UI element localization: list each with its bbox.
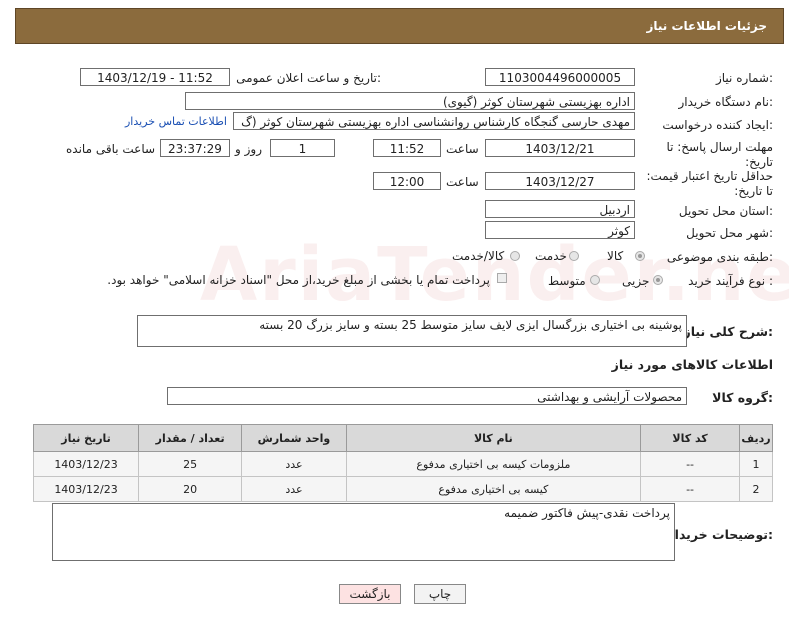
cell-quantity: 25 xyxy=(138,451,243,477)
validity-time-label: ساعت xyxy=(446,175,479,189)
table-row: 1 -- ملزومات کیسه بی اختیاری مدفوع عدد 2… xyxy=(32,451,773,477)
cell-unit: عدد xyxy=(241,476,347,502)
cell-row: 2 xyxy=(739,476,773,502)
announce-date-field: 1403/12/19 - 11:52 xyxy=(80,68,230,86)
cell-date: 1403/12/23 xyxy=(32,476,140,502)
items-table: ردیف کد کالا نام کالا واحد شمارش تعداد /… xyxy=(32,424,773,502)
buyer-notes-field: پرداخت نقدی-پیش فاکتور ضمیمه xyxy=(52,503,675,561)
category-label: طبقه بندی موضوعی: xyxy=(666,250,773,264)
need-number-field: 1103004496000005 xyxy=(485,68,635,86)
goods-info-title: اطلاعات کالاهای مورد نیاز xyxy=(611,357,773,372)
days-field: 1 xyxy=(270,139,335,157)
buyer-org-field: اداره بهزیستی شهرستان کوثر (گیوی) xyxy=(185,92,635,110)
goods-group-label: گروه کالا: xyxy=(712,390,773,405)
description-label: شرح کلی نیاز: xyxy=(683,324,774,339)
goods-group-field: محصولات آرایشی و بهداشتی xyxy=(167,387,687,405)
table-header-row: ردیف کد کالا نام کالا واحد شمارش تعداد /… xyxy=(32,424,773,452)
description-field: پوشینه بی اختیاری بزرگسال ایزی لایف سایز… xyxy=(137,315,687,347)
buyer-notes-label: توضیحات خریدار: xyxy=(667,527,773,542)
col-row: ردیف xyxy=(739,424,773,452)
print-button[interactable]: چاپ xyxy=(414,584,466,604)
need-number-label: شماره نیاز: xyxy=(715,71,773,85)
deadline-time-field: 11:52 xyxy=(373,139,441,157)
remaining-time-label: ساعت باقی مانده xyxy=(66,142,156,156)
cell-quantity: 20 xyxy=(138,476,243,502)
cell-date: 1403/12/23 xyxy=(32,451,140,477)
remaining-time-field: 23:37:29 xyxy=(160,139,230,157)
process-radio-minor[interactable] xyxy=(653,275,663,285)
province-field: اردبیل xyxy=(485,200,635,218)
col-name: نام کالا xyxy=(345,424,642,452)
city-field: کوثر xyxy=(485,221,635,239)
cell-row: 1 xyxy=(739,451,773,477)
page-title: جزئیات اطلاعات نیاز xyxy=(646,19,767,33)
category-option-goods: کالا xyxy=(607,249,624,263)
creator-label: ایجاد کننده درخواست: xyxy=(662,118,773,132)
process-radio-medium[interactable] xyxy=(590,275,600,285)
buyer-org-label: نام دستگاه خریدار: xyxy=(678,95,774,109)
col-quantity: تعداد / مقدار xyxy=(138,424,243,452)
validity-date-field: 1403/12/27 xyxy=(485,172,635,190)
province-label: استان محل تحویل: xyxy=(678,204,773,218)
col-code: کد کالا xyxy=(640,424,741,452)
treasury-payment-checkbox[interactable] xyxy=(497,273,507,283)
city-label: شهر محل تحویل: xyxy=(686,226,773,240)
process-option-minor: جزیی xyxy=(622,274,650,288)
category-radio-goods-service[interactable] xyxy=(510,251,520,261)
validity-label: حداقل تاریخ اعتبار قیمت: تا تاریخ: xyxy=(646,169,773,198)
cell-unit: عدد xyxy=(241,451,347,477)
table-row: 2 -- کیسه بی اختیاری مدفوع عدد 20 1403/1… xyxy=(32,476,773,502)
cell-code: -- xyxy=(640,476,741,502)
creator-field: مهدی حارسی گنجگاه کارشناس روانشناسی ادار… xyxy=(233,112,635,130)
process-option-medium: متوسط xyxy=(548,274,586,288)
category-radio-goods[interactable] xyxy=(635,251,645,261)
back-button[interactable]: بازگشت xyxy=(339,584,401,604)
deadline-label: مهلت ارسال پاسخ: تا تاریخ: xyxy=(666,140,773,169)
buyer-contact-link[interactable]: اطلاعات تماس خریدار xyxy=(125,115,227,128)
process-label: نوع فرآیند خرید : xyxy=(688,274,773,288)
cell-name: ملزومات کیسه بی اختیاری مدفوع xyxy=(345,451,642,477)
cell-name: کیسه بی اختیاری مدفوع xyxy=(345,476,642,502)
deadline-date-field: 1403/12/21 xyxy=(485,139,635,157)
col-date: تاریخ نیاز xyxy=(32,424,140,452)
validity-time-field: 12:00 xyxy=(373,172,441,190)
category-option-goods-service: کالا/خدمت xyxy=(452,249,505,263)
page-header: جزئیات اطلاعات نیاز xyxy=(15,8,784,44)
cell-code: -- xyxy=(640,451,741,477)
treasury-payment-note: پرداخت تمام یا بخشی از مبلغ خرید،از محل … xyxy=(107,273,490,287)
col-unit: واحد شمارش xyxy=(241,424,347,452)
days-label: روز و xyxy=(235,142,262,156)
category-radio-service[interactable] xyxy=(569,251,579,261)
announce-date-label: تاریخ و ساعت اعلان عمومی: xyxy=(236,71,381,85)
category-option-service: خدمت xyxy=(535,249,567,263)
deadline-time-label: ساعت xyxy=(446,142,479,156)
